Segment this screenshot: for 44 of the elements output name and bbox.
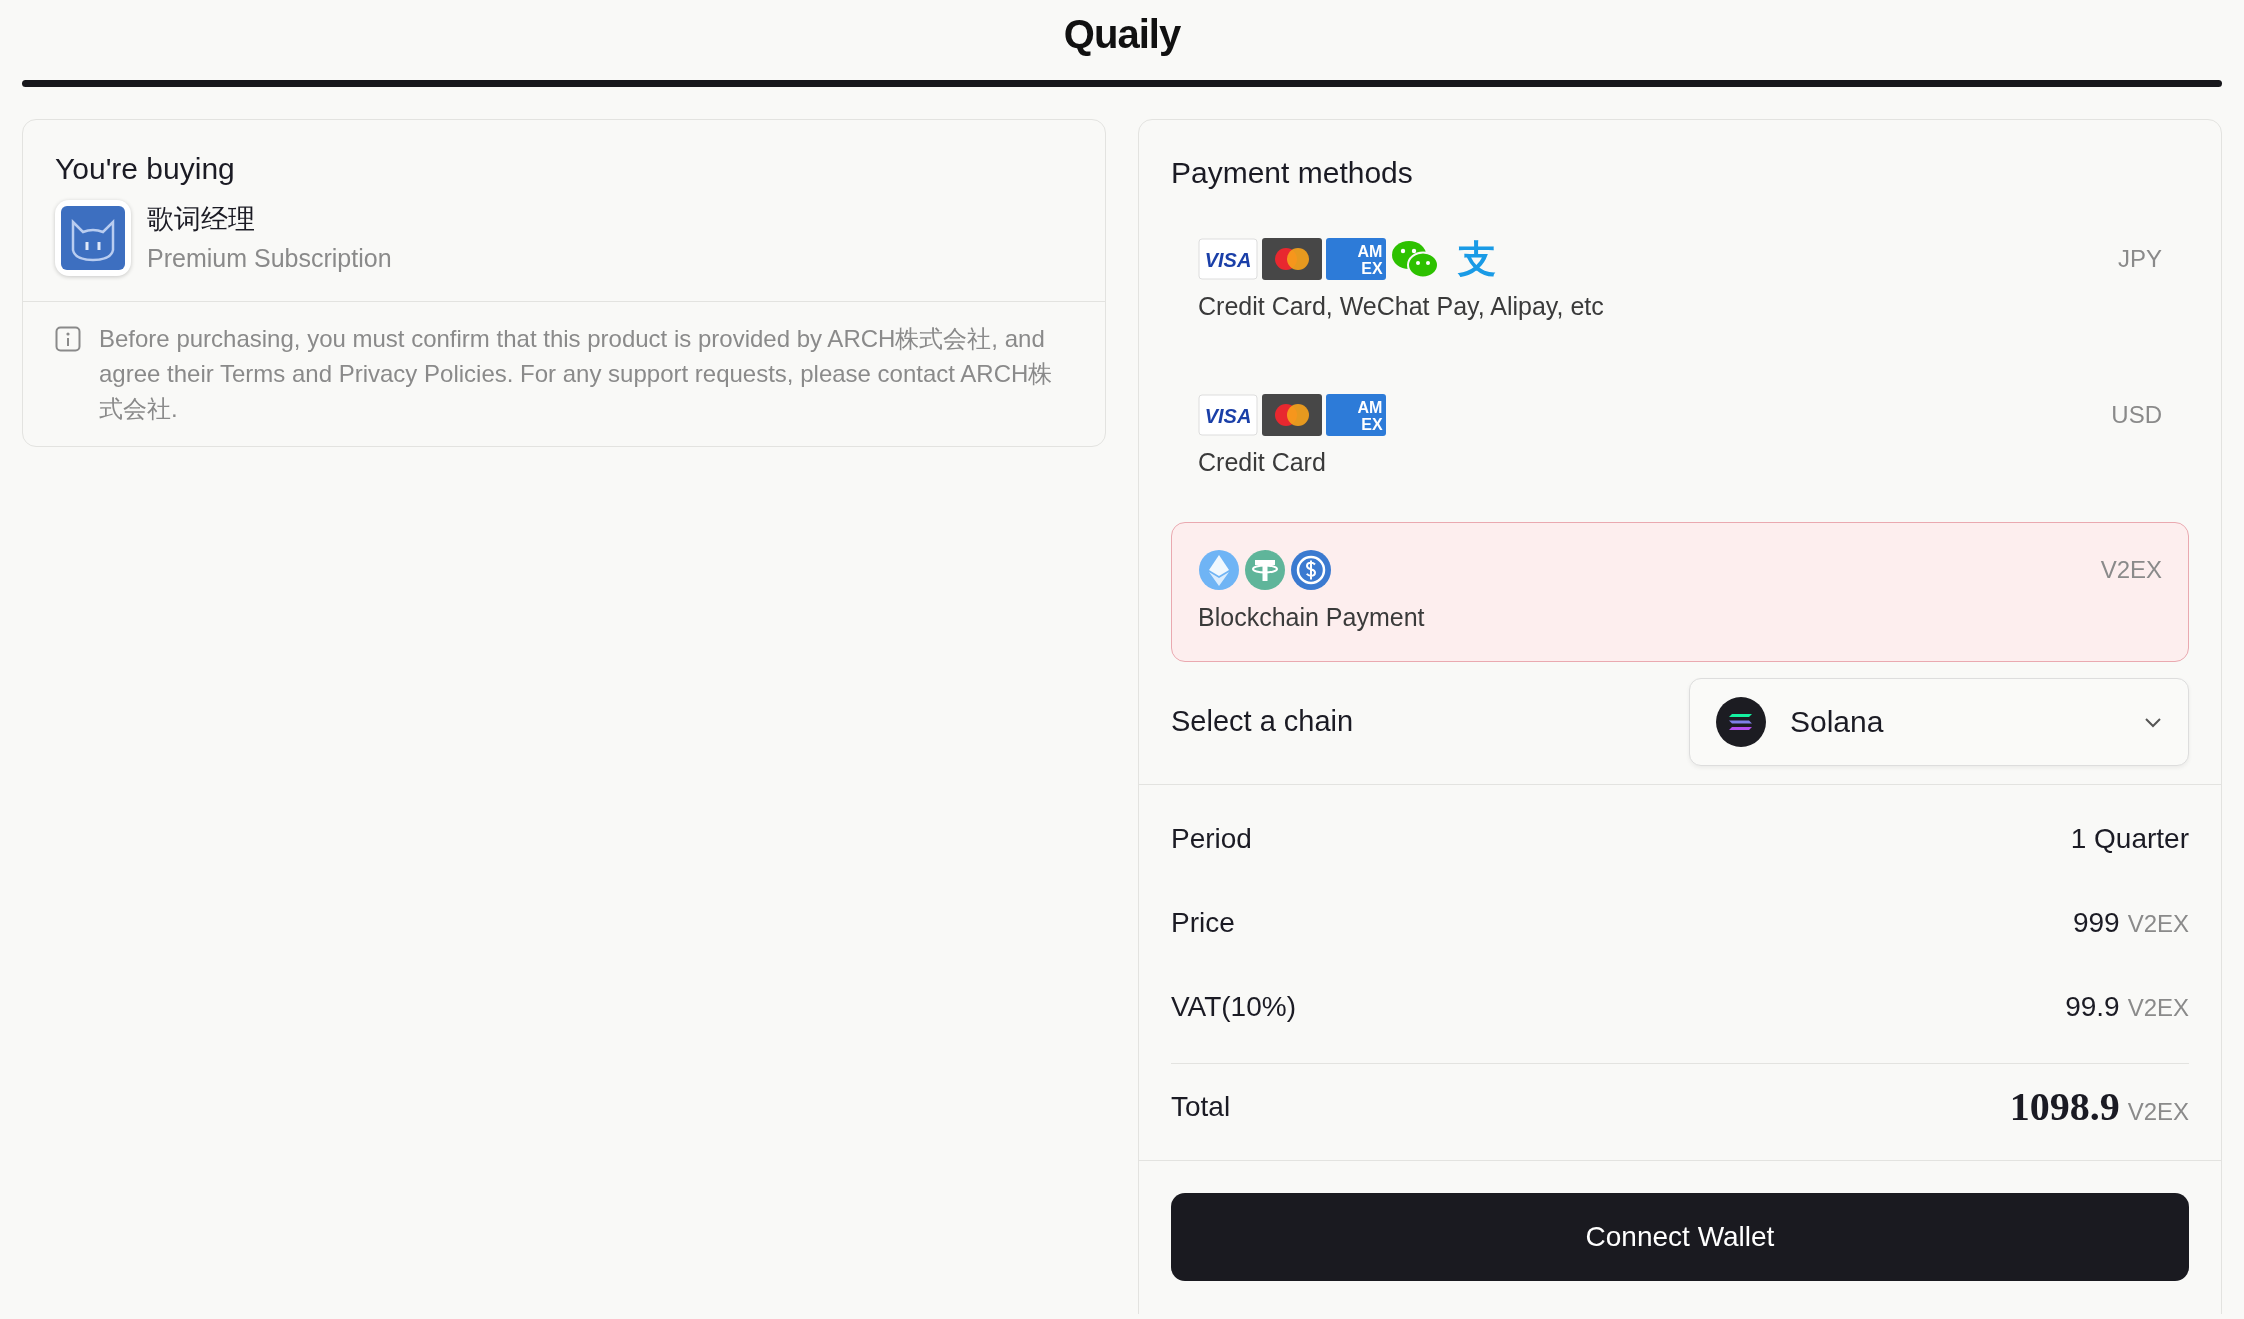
summary-label: Price [1171, 905, 1235, 940]
card-icon: AM EX [1326, 238, 1386, 280]
chain-select[interactable]: Solana [1689, 677, 2189, 766]
connect-wallet-button[interactable]: Connect Wallet [1171, 1192, 2189, 1281]
card-title: You're buying [55, 151, 236, 187]
summary-value: 1098.9 [2009, 1082, 2120, 1131]
method-label: Blockchain Payment [1198, 602, 1426, 633]
currency-label: JPY [2118, 244, 2162, 274]
coin-icon [1244, 549, 1286, 591]
card-title: Payment methods [1171, 155, 1414, 191]
summary-value: 99.9 [2065, 989, 2120, 1024]
currency-label: V2EX [2100, 555, 2162, 585]
currency-label: USD [2111, 399, 2162, 430]
summary-label: Period [1171, 821, 1252, 856]
payment-option[interactable]: VISA AM EX 支 JPY Credit Card, WeChat Pay, Alipay, etc [1171, 211, 2189, 351]
method-label: Credit Card, WeChat Pay, Alipay, etc [1198, 291, 1605, 322]
card-icon: VISA [1198, 238, 1258, 280]
stripes-logo-icon [1716, 696, 1766, 747]
product-name: 歌词经理 [147, 203, 256, 236]
diamond-coin-icon [1198, 549, 1240, 591]
chevron-down-icon [2144, 715, 2162, 728]
chat-bubbles-icon [1390, 238, 1440, 280]
summary-label: Total [1171, 1089, 1231, 1124]
cat-app-icon [55, 200, 131, 276]
card-icon [1262, 238, 1322, 280]
currency-unit: V2EX [2127, 908, 2189, 939]
card-icon: AM EX [1326, 393, 1386, 436]
summary-value: 1 Quarter [2070, 821, 2189, 856]
payment-option[interactable]: V2EX Blockchain Payment [1171, 522, 2189, 662]
payment-glyph-icon: 支 [1458, 240, 1496, 278]
payment-option[interactable]: VISA AM EX USD Credit Card [1171, 366, 2189, 506]
currency-unit: V2EX [2127, 992, 2189, 1023]
info-icon [55, 326, 81, 352]
dollar-coin-icon [1290, 549, 1332, 591]
card-icon: VISA [1198, 393, 1258, 436]
currency-unit: V2EX [2127, 1096, 2189, 1127]
card-icon [1262, 393, 1322, 436]
method-label: Credit Card [1198, 446, 1327, 478]
summary-value: 999 [2072, 905, 2120, 940]
logo: Quaily [1063, 14, 1181, 54]
notice-text: Before purchasing, you must confirm that this product is provided by ARCH株式会社, and agree their Terms and Privacy Policies. For any support requests, please contact ARCH株式会社. [99, 324, 1054, 424]
product-subtitle: Premium Subscription [147, 242, 392, 274]
summary-label: VAT(10%) [1171, 989, 1296, 1024]
chain-label: Select a chain [1171, 703, 1354, 739]
